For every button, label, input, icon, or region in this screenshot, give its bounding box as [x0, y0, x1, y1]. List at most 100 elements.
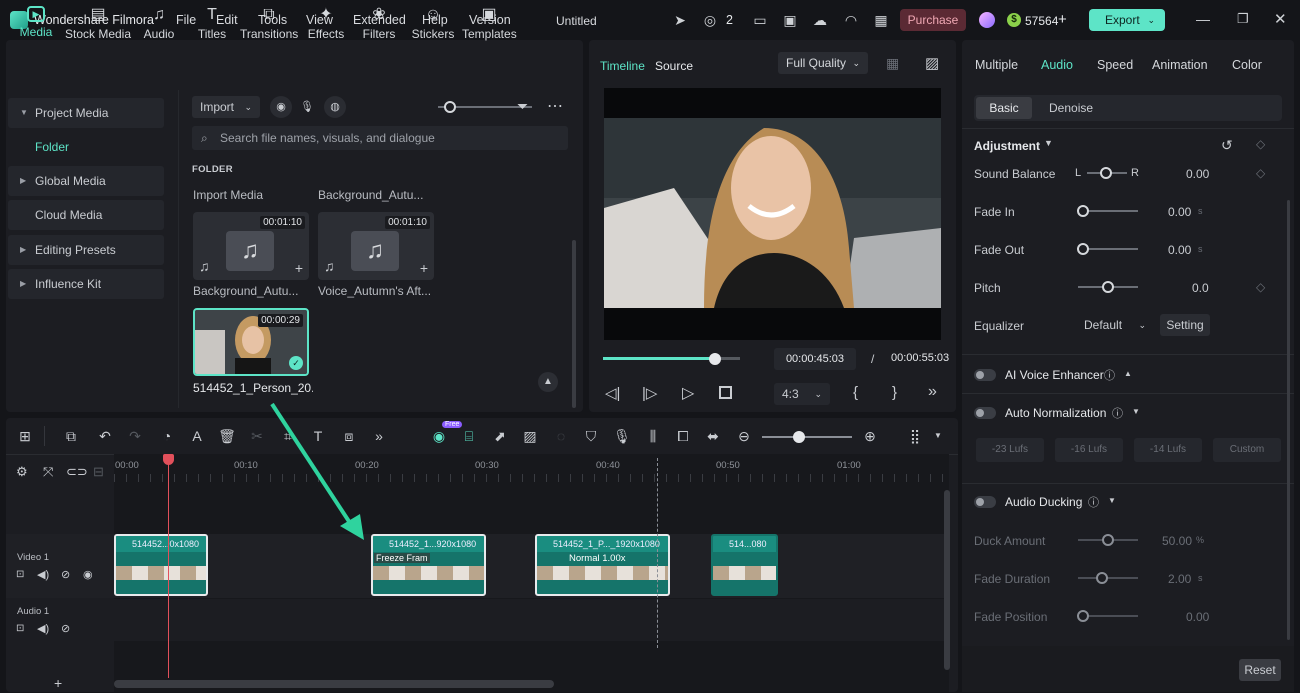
sidebar-item-influence-kit[interactable]: ▶ Influence Kit [8, 269, 164, 299]
quality-select[interactable]: Full Quality ⌄ [778, 52, 868, 74]
zoom-knob[interactable] [793, 431, 805, 443]
timeline-clip[interactable]: 514452_1...920x1080 Freeze Fram [371, 534, 486, 596]
export-button[interactable]: Export ⌄ [1089, 9, 1165, 31]
slider-knob[interactable] [1077, 205, 1089, 217]
timeline-clip[interactable]: 514...080 [711, 534, 778, 596]
keyframe-icon[interactable]: ◇ [1256, 166, 1265, 180]
previous-frame-icon[interactable]: ◁| [605, 384, 620, 402]
lufs-23-button[interactable]: -23 Lufs [976, 438, 1044, 462]
subtab-basic[interactable]: Basic [976, 97, 1032, 119]
freeze-frame-icon[interactable]: ⌸ [460, 427, 478, 445]
tab-animation[interactable]: Animation [1152, 58, 1208, 72]
mark-in-icon[interactable]: { [853, 384, 858, 401]
stabilize-icon[interactable]: ◌ [552, 427, 570, 445]
import-media-label[interactable]: Import Media [193, 188, 313, 202]
tab-timeline[interactable]: Timeline [600, 59, 645, 73]
close-icon[interactable]: ✕ [1274, 10, 1287, 28]
add-credits-icon[interactable]: + [1058, 11, 1067, 28]
search-input[interactable]: ⌕ Search file names, visuals, and dialogu… [192, 126, 568, 150]
lock-icon[interactable]: ⊡ [16, 623, 24, 634]
keyframe-icon[interactable]: ◇ [1256, 280, 1265, 294]
help-icon[interactable]: ⓘ [1088, 494, 1099, 510]
pitch-value[interactable]: 0.0 [1192, 281, 1209, 295]
caret-up-icon[interactable]: ▲ [1124, 369, 1132, 378]
minimize-icon[interactable]: — [1196, 11, 1210, 27]
slider-knob[interactable] [1077, 610, 1089, 622]
undo-icon[interactable]: ↶ [96, 427, 114, 445]
audio-ducking-toggle[interactable] [974, 496, 996, 508]
tab-audio-props[interactable]: Audio [1041, 58, 1073, 72]
tab-stickers[interactable]: ☺ Stickers [410, 6, 456, 46]
sidebar-item-cloud-media[interactable]: Cloud Media [8, 200, 164, 230]
stop-icon[interactable] [719, 386, 732, 399]
ai-voice-toggle[interactable] [974, 369, 996, 381]
scene-detect-icon[interactable]: ⧉ [62, 427, 80, 445]
timeline-clip[interactable]: 514452_1_P..._1920x1080 Normal 1.00x [535, 534, 670, 596]
next-frame-icon[interactable]: |▷ [642, 384, 657, 402]
slider-knob[interactable] [1096, 572, 1108, 584]
track-manager-icon[interactable]: ⊟ [93, 464, 104, 480]
auto-normalization-toggle[interactable] [974, 407, 996, 419]
reset-icon[interactable]: ↺ [1221, 137, 1233, 154]
fade-in-value[interactable]: 0.00 [1168, 205, 1191, 219]
timeline-hscrollbar[interactable] [114, 680, 554, 688]
media-scrollbar[interactable] [572, 240, 576, 408]
help-icon[interactable]: ⓘ [1104, 367, 1115, 383]
lufs-14-button[interactable]: -14 Lufs [1134, 438, 1202, 462]
redo-icon[interactable]: ↷ [126, 427, 144, 445]
slider-knob[interactable] [1077, 243, 1089, 255]
lufs-16-button[interactable]: -16 Lufs [1055, 438, 1123, 462]
no-edit-icon[interactable]: ⊘ [61, 622, 70, 635]
tab-transitions[interactable]: ⧉ Transitions [240, 6, 298, 46]
no-edit-icon[interactable]: ⊘ [61, 568, 70, 581]
tab-filters[interactable]: ❀ Filters [360, 6, 398, 46]
eye-icon[interactable]: ◉ [83, 568, 93, 581]
sidebar-item-folder[interactable]: Folder [35, 140, 69, 154]
microphone-icon[interactable]: 🎙 [613, 427, 631, 445]
caret-down-icon[interactable]: ▼ [1044, 138, 1053, 148]
sound-balance-value[interactable]: 0.00 [1186, 167, 1209, 181]
playhead-handle[interactable] [163, 454, 174, 465]
more-icon[interactable]: ⋯ [547, 96, 563, 116]
props-scrollbar[interactable] [1287, 200, 1290, 640]
lufs-custom-button[interactable]: Custom [1213, 438, 1281, 462]
more-controls-icon[interactable]: » [928, 383, 937, 401]
split-icon[interactable]: ✂ [248, 427, 266, 445]
export-clip-icon[interactable]: ⬈ [491, 427, 509, 445]
subtab-denoise[interactable]: Denoise [1049, 101, 1093, 115]
caret-down-icon[interactable]: ▼ [934, 431, 942, 440]
duck-amount-value[interactable]: 50.00 [1162, 534, 1192, 548]
volume-icon[interactable]: ◀) [37, 568, 49, 581]
record-icon[interactable]: ◉ [270, 96, 292, 118]
shield-icon[interactable]: ⛉ [582, 427, 600, 445]
tab-audio[interactable]: ♫ Audio [140, 6, 178, 46]
fade-position-value[interactable]: 0.00 [1186, 610, 1209, 624]
add-track-icon[interactable]: + [54, 675, 62, 691]
help-icon[interactable]: ⓘ [1112, 405, 1123, 421]
sidebar-item-editing-presets[interactable]: ▶ Editing Presets [8, 235, 164, 265]
media-item-background[interactable]: ♫ 00:01:10 ♫ + [193, 212, 309, 280]
apps-grid-icon[interactable]: ▦ [873, 12, 889, 28]
devices-icon[interactable]: ◎ [702, 12, 718, 28]
tab-source[interactable]: Source [655, 59, 693, 73]
layout-grid-icon[interactable]: ⊞ [16, 427, 34, 445]
unlink-icon[interactable]: ⤧ [43, 464, 53, 480]
tab-media[interactable]: ▶ Media [14, 6, 58, 46]
sidebar-item-global-media[interactable]: ▶ Global Media [8, 166, 164, 196]
zoom-slider[interactable] [762, 436, 852, 438]
keyframe-icon[interactable]: ◇ [1256, 137, 1265, 151]
adjustment-header[interactable]: Adjustment [974, 139, 1040, 153]
caret-down-icon[interactable]: ▼ [1108, 496, 1116, 505]
caret-down-icon[interactable]: ▼ [1132, 407, 1140, 416]
image-icon[interactable]: ▨ [521, 427, 539, 445]
purchase-button[interactable]: Purchase [900, 9, 966, 31]
video-preview[interactable] [604, 88, 941, 340]
add-icon[interactable]: + [420, 260, 428, 276]
scroll-top-icon[interactable]: ▲ [538, 372, 558, 392]
zoom-in-icon[interactable]: ⊕ [861, 427, 879, 445]
cloud-icon[interactable]: ☁ [812, 12, 828, 28]
zoom-out-icon[interactable]: ⊖ [735, 427, 753, 445]
add-icon[interactable]: + [295, 260, 303, 276]
tab-color[interactable]: Color [1232, 58, 1262, 72]
media-item-voice[interactable]: ♫ 00:01:10 ♫ + [318, 212, 434, 280]
